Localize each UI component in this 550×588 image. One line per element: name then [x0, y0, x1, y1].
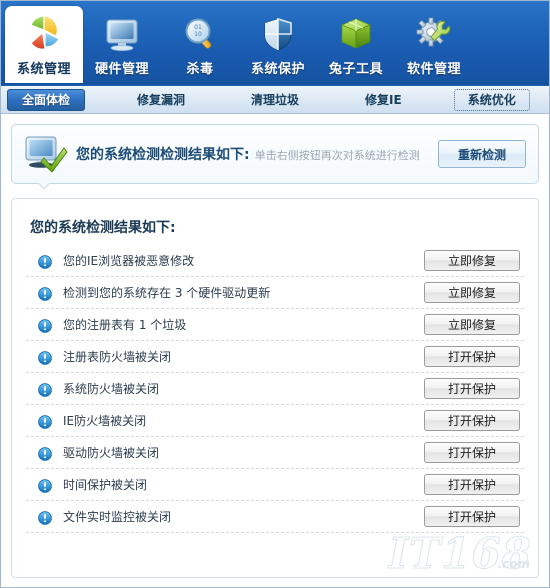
- result-row-label: 文件实时监控被关闭: [63, 510, 172, 524]
- result-row: 文件实时监控被关闭 打开保护: [26, 501, 524, 533]
- result-row-label: 您的注册表有 1 个垃圾: [63, 318, 187, 332]
- tab-strip: 全面体检 修复漏洞 清理垃圾 修复IE 系统优化: [1, 86, 549, 114]
- results-title: 您的系统检测结果如下:: [30, 220, 176, 236]
- callout-pointer: [37, 183, 53, 192]
- fix-now-button[interactable]: 立即修复: [424, 314, 520, 335]
- result-row: 您的IE浏览器被恶意修改 立即修复: [26, 245, 524, 277]
- fix-now-button[interactable]: 立即修复: [424, 250, 520, 271]
- toolbar-item-system-protection[interactable]: 系统保护: [239, 6, 317, 86]
- alert-info-icon: [38, 510, 52, 525]
- alert-info-icon: [38, 350, 52, 365]
- main-toolbar: 系统管理 硬件管理 01 10 杀毒 系统保护 兔子工具 软件管理: [1, 1, 549, 86]
- result-row-label: 您的IE浏览器被恶意修改: [63, 254, 195, 268]
- toolbar-item-hardware-management[interactable]: 硬件管理: [83, 6, 161, 86]
- content-area: 您的系统检测检测结果如下: 单击右侧按钮再次对系统进行检测 重新检测 您的系统检…: [1, 114, 549, 587]
- callout-wrapper: 您的系统检测检测结果如下: 单击右侧按钮再次对系统进行检测 重新检测: [11, 124, 539, 190]
- enable-protection-button[interactable]: 打开保护: [424, 410, 520, 431]
- alert-info-icon: [38, 446, 52, 461]
- tab-clean-junk[interactable]: 清理垃圾: [237, 89, 313, 111]
- shield-icon: [256, 12, 300, 56]
- rescan-button[interactable]: 重新检测: [438, 140, 526, 168]
- monitor-check-icon: [22, 132, 70, 176]
- result-row: 您的注册表有 1 个垃圾 立即修复: [26, 309, 524, 341]
- result-row-label: 注册表防火墙被关闭: [63, 350, 172, 364]
- enable-protection-button[interactable]: 打开保护: [424, 378, 520, 399]
- toolbar-item-label: 硬件管理: [94, 62, 149, 77]
- result-row-label: 系统防火墙被关闭: [63, 382, 160, 396]
- alert-info-icon: [38, 254, 52, 269]
- alert-info-icon: [38, 478, 52, 493]
- enable-protection-button[interactable]: 打开保护: [424, 474, 520, 495]
- toolbar-item-label: 杀毒: [186, 62, 214, 77]
- magnifier-icon: 01 10: [178, 12, 222, 56]
- green-box-icon: [334, 12, 378, 56]
- detection-callout-panel: 您的系统检测检测结果如下: 单击右侧按钮再次对系统进行检测 重新检测: [11, 124, 539, 184]
- result-row: 时间保护被关闭 打开保护: [26, 469, 524, 501]
- toolbar-item-label: 兔子工具: [328, 62, 383, 77]
- pie-chart-icon: [22, 12, 66, 56]
- tab-repair-ie[interactable]: 修复IE: [351, 89, 416, 111]
- enable-protection-button[interactable]: 打开保护: [424, 442, 520, 463]
- watermark-text: IT168: [388, 529, 532, 578]
- gear-wrench-icon: [412, 12, 456, 56]
- result-row-label: 时间保护被关闭: [63, 478, 148, 492]
- callout-title: 您的系统检测检测结果如下:: [76, 146, 250, 163]
- alert-info-icon: [38, 414, 52, 429]
- fix-now-button[interactable]: 立即修复: [424, 282, 520, 303]
- callout-subtitle: 单击右侧按钮再次对系统进行检测: [254, 148, 420, 162]
- tab-system-optimization[interactable]: 系统优化: [453, 88, 530, 111]
- enable-protection-button[interactable]: 打开保护: [424, 506, 520, 527]
- alert-info-icon: [38, 318, 52, 333]
- alert-info-icon: [38, 382, 52, 397]
- watermark: IT168 .com: [388, 532, 532, 575]
- svg-text:01: 01: [194, 24, 202, 31]
- result-row: 驱动防火墙被关闭 打开保护: [26, 437, 524, 469]
- toolbar-item-label: 系统保护: [250, 62, 305, 77]
- toolbar-item-software-management[interactable]: 软件管理: [395, 6, 473, 86]
- alert-info-icon: [38, 286, 52, 301]
- toolbar-item-label: 系统管理: [16, 62, 71, 77]
- app-window: 系统管理 硬件管理 01 10 杀毒 系统保护 兔子工具 软件管理 全面体检 修…: [0, 0, 550, 588]
- result-row: 检测到您的系统存在 3 个硬件驱动更新 立即修复: [26, 277, 524, 309]
- results-panel: 您的系统检测结果如下: 您的IE浏览器被恶意修改 立即修复 检测到您的系统存在 …: [11, 198, 539, 578]
- svg-text:10: 10: [194, 31, 202, 38]
- result-row-label: IE防火墙被关闭: [63, 414, 147, 428]
- result-row: IE防火墙被关闭 打开保护: [26, 405, 524, 437]
- toolbar-item-system-management[interactable]: 系统管理: [5, 6, 83, 86]
- result-row-label: 检测到您的系统存在 3 个硬件驱动更新: [63, 286, 271, 300]
- toolbar-item-antivirus[interactable]: 01 10 杀毒: [161, 6, 239, 86]
- watermark-suffix: .com: [497, 557, 530, 571]
- callout-text-block: 您的系统检测检测结果如下: 单击右侧按钮再次对系统进行检测: [70, 144, 438, 165]
- result-row: 系统防火墙被关闭 打开保护: [26, 373, 524, 405]
- monitor-icon: [100, 12, 144, 56]
- result-row-label: 驱动防火墙被关闭: [63, 446, 160, 460]
- tab-fix-vulnerabilities[interactable]: 修复漏洞: [123, 89, 199, 111]
- toolbar-item-rabbit-tools[interactable]: 兔子工具: [317, 6, 395, 86]
- tab-full-checkup[interactable]: 全面体检: [7, 88, 86, 111]
- enable-protection-button[interactable]: 打开保护: [424, 346, 520, 367]
- result-row: 注册表防火墙被关闭 打开保护: [26, 341, 524, 373]
- toolbar-item-label: 软件管理: [406, 62, 461, 77]
